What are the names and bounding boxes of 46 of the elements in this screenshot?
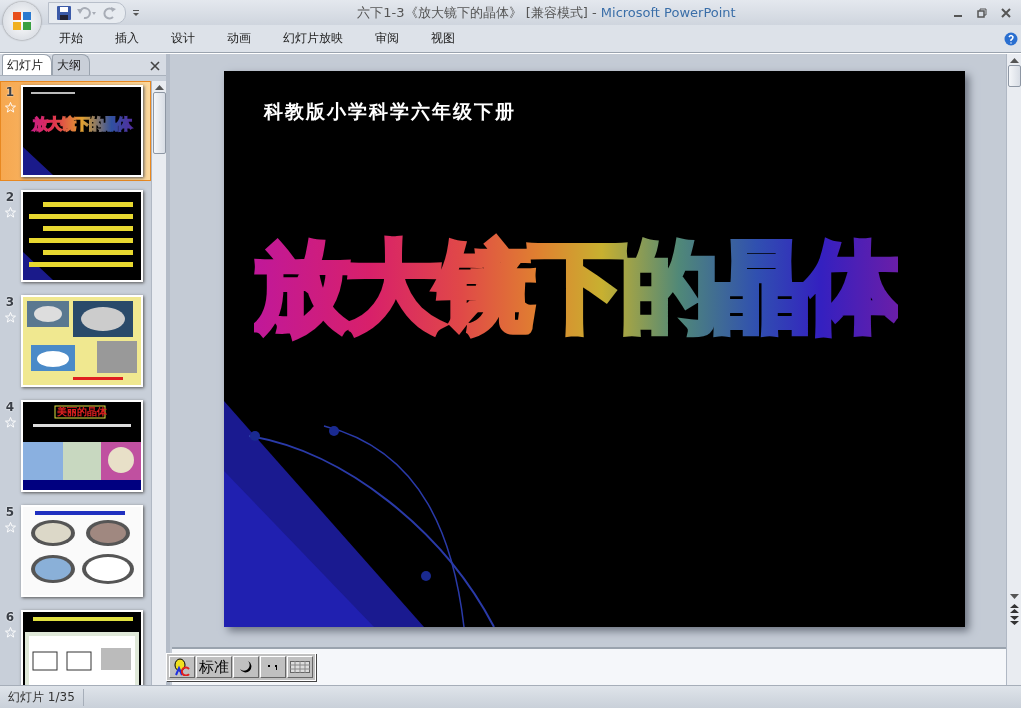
panel-tab[interactable]: 大纲 [52, 54, 90, 75]
slide-number: 3 [5, 295, 15, 309]
close-icon[interactable] [1001, 7, 1011, 18]
ribbon-tab[interactable]: 开始 [46, 26, 96, 51]
slide-counter: 幻灯片 1/35 [0, 688, 84, 706]
restore-icon[interactable] [977, 7, 987, 18]
input-mode-button[interactable]: 标准 [196, 656, 232, 678]
ribbon-tab[interactable]: 视图 [418, 26, 468, 51]
office-button[interactable] [3, 2, 41, 40]
ribbon-tab[interactable]: 审阅 [362, 26, 412, 51]
star-icon [4, 312, 16, 323]
save-icon[interactable] [57, 5, 71, 20]
slide-number: 6 [5, 610, 15, 624]
keyboard-icon[interactable] [287, 656, 313, 678]
punctuation-icon[interactable] [260, 656, 286, 678]
scrollbar[interactable] [151, 81, 166, 685]
ribbon-tab[interactable]: 插入 [102, 26, 152, 51]
scroll-down-icon[interactable] [1009, 594, 1019, 600]
star-icon [4, 207, 16, 218]
help-icon[interactable] [1004, 31, 1018, 46]
slide-list-item[interactable]: 1 放大镜下的晶体 [0, 81, 151, 181]
next-slide-icon[interactable] [1009, 616, 1019, 625]
thumbnail-title: 美丽的晶体 [57, 405, 105, 419]
window-title: 六下1-3《放大镜下的晶体》 [兼容模式] - Microsoft PowerPoint [356, 3, 737, 22]
slide-number: 1 [5, 85, 15, 99]
star-icon [4, 522, 16, 533]
scroll-thumb[interactable] [152, 92, 166, 154]
ribbon-tab[interactable]: 幻灯片放映 [270, 26, 356, 51]
star-icon [4, 417, 16, 428]
previous-slide-icon[interactable] [1009, 604, 1019, 613]
ribbon-tab[interactable]: 动画 [214, 26, 264, 51]
scroll-up-icon[interactable] [154, 84, 164, 90]
slide-number: 5 [5, 505, 15, 519]
slide-number: 2 [5, 190, 15, 204]
ime-logo-icon[interactable] [169, 656, 195, 678]
panel-tab[interactable]: 幻灯片 [2, 54, 52, 75]
slide-subtitle: 科教版小学科学六年级下册 [263, 99, 516, 124]
ribbon-tab[interactable]: 设计 [158, 26, 208, 51]
slide-number: 4 [5, 400, 15, 414]
moon-icon[interactable] [233, 656, 259, 678]
star-icon [4, 627, 16, 638]
close-icon[interactable] [150, 61, 160, 71]
star-icon [4, 102, 16, 113]
customize-dropdown-icon[interactable] [132, 8, 140, 17]
scroll-thumb[interactable] [1007, 65, 1021, 87]
scroll-up-icon[interactable] [1009, 57, 1019, 63]
